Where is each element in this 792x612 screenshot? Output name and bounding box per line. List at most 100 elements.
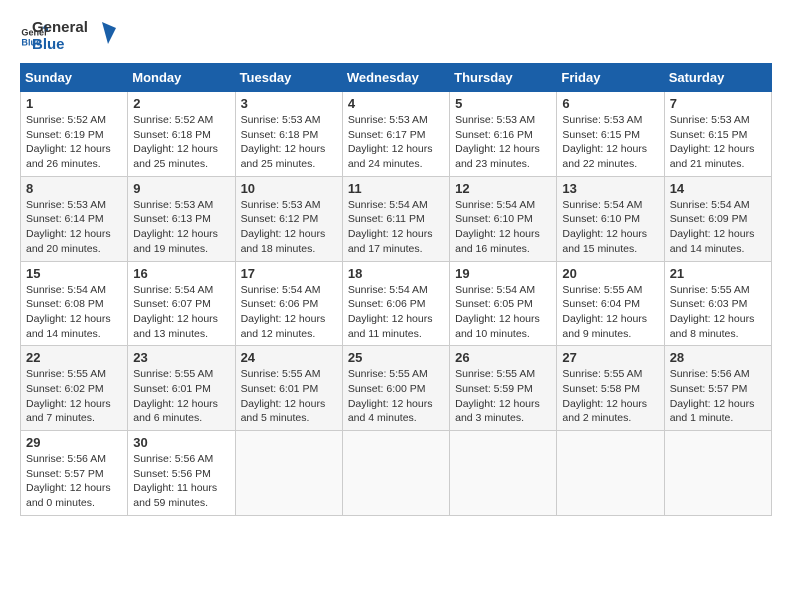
- calendar-cell: 7 Sunrise: 5:53 AM Sunset: 6:15 PM Dayli…: [664, 92, 771, 177]
- day-info: Sunrise: 5:54 AM Sunset: 6:06 PM Dayligh…: [241, 283, 337, 342]
- day-number: 26: [455, 350, 551, 365]
- day-number: 14: [670, 181, 766, 196]
- calendar-cell: 11 Sunrise: 5:54 AM Sunset: 6:11 PM Dayl…: [342, 176, 449, 261]
- day-info: Sunrise: 5:54 AM Sunset: 6:10 PM Dayligh…: [455, 198, 551, 257]
- day-number: 25: [348, 350, 444, 365]
- calendar-cell: 9 Sunrise: 5:53 AM Sunset: 6:13 PM Dayli…: [128, 176, 235, 261]
- calendar-cell: 15 Sunrise: 5:54 AM Sunset: 6:08 PM Dayl…: [21, 261, 128, 346]
- calendar-cell: 17 Sunrise: 5:54 AM Sunset: 6:06 PM Dayl…: [235, 261, 342, 346]
- logo: General Blue General Blue: [20, 20, 116, 53]
- day-info: Sunrise: 5:54 AM Sunset: 6:05 PM Dayligh…: [455, 283, 551, 342]
- day-info: Sunrise: 5:54 AM Sunset: 6:06 PM Dayligh…: [348, 283, 444, 342]
- day-info: Sunrise: 5:54 AM Sunset: 6:08 PM Dayligh…: [26, 283, 122, 342]
- calendar-cell: 30 Sunrise: 5:56 AM Sunset: 5:56 PM Dayl…: [128, 431, 235, 516]
- calendar-cell: 16 Sunrise: 5:54 AM Sunset: 6:07 PM Dayl…: [128, 261, 235, 346]
- day-info: Sunrise: 5:52 AM Sunset: 6:18 PM Dayligh…: [133, 113, 229, 172]
- day-number: 16: [133, 266, 229, 281]
- day-number: 4: [348, 96, 444, 111]
- weekday-header: Friday: [557, 64, 664, 92]
- logo-arrow-icon: [94, 22, 116, 44]
- day-info: Sunrise: 5:56 AM Sunset: 5:57 PM Dayligh…: [26, 452, 122, 511]
- calendar-cell: [557, 431, 664, 516]
- calendar-cell: 5 Sunrise: 5:53 AM Sunset: 6:16 PM Dayli…: [450, 92, 557, 177]
- day-info: Sunrise: 5:53 AM Sunset: 6:18 PM Dayligh…: [241, 113, 337, 172]
- calendar-cell: 4 Sunrise: 5:53 AM Sunset: 6:17 PM Dayli…: [342, 92, 449, 177]
- calendar-header-row: SundayMondayTuesdayWednesdayThursdayFrid…: [21, 64, 772, 92]
- day-info: Sunrise: 5:55 AM Sunset: 6:01 PM Dayligh…: [241, 367, 337, 426]
- calendar-cell: 22 Sunrise: 5:55 AM Sunset: 6:02 PM Dayl…: [21, 346, 128, 431]
- calendar-week-row: 22 Sunrise: 5:55 AM Sunset: 6:02 PM Dayl…: [21, 346, 772, 431]
- day-number: 15: [26, 266, 122, 281]
- day-info: Sunrise: 5:56 AM Sunset: 5:57 PM Dayligh…: [670, 367, 766, 426]
- day-number: 9: [133, 181, 229, 196]
- calendar-cell: 3 Sunrise: 5:53 AM Sunset: 6:18 PM Dayli…: [235, 92, 342, 177]
- weekday-header: Wednesday: [342, 64, 449, 92]
- calendar-cell: [235, 431, 342, 516]
- calendar-cell: 28 Sunrise: 5:56 AM Sunset: 5:57 PM Dayl…: [664, 346, 771, 431]
- day-number: 5: [455, 96, 551, 111]
- day-number: 28: [670, 350, 766, 365]
- day-info: Sunrise: 5:53 AM Sunset: 6:15 PM Dayligh…: [562, 113, 658, 172]
- calendar-cell: 10 Sunrise: 5:53 AM Sunset: 6:12 PM Dayl…: [235, 176, 342, 261]
- day-info: Sunrise: 5:55 AM Sunset: 6:01 PM Dayligh…: [133, 367, 229, 426]
- calendar-cell: 6 Sunrise: 5:53 AM Sunset: 6:15 PM Dayli…: [557, 92, 664, 177]
- day-number: 29: [26, 435, 122, 450]
- day-number: 20: [562, 266, 658, 281]
- day-info: Sunrise: 5:54 AM Sunset: 6:09 PM Dayligh…: [670, 198, 766, 257]
- day-number: 24: [241, 350, 337, 365]
- day-number: 1: [26, 96, 122, 111]
- day-info: Sunrise: 5:53 AM Sunset: 6:13 PM Dayligh…: [133, 198, 229, 257]
- day-info: Sunrise: 5:54 AM Sunset: 6:10 PM Dayligh…: [562, 198, 658, 257]
- calendar-cell: 8 Sunrise: 5:53 AM Sunset: 6:14 PM Dayli…: [21, 176, 128, 261]
- day-info: Sunrise: 5:56 AM Sunset: 5:56 PM Dayligh…: [133, 452, 229, 511]
- calendar-cell: 14 Sunrise: 5:54 AM Sunset: 6:09 PM Dayl…: [664, 176, 771, 261]
- day-info: Sunrise: 5:53 AM Sunset: 6:17 PM Dayligh…: [348, 113, 444, 172]
- day-number: 27: [562, 350, 658, 365]
- calendar-cell: 25 Sunrise: 5:55 AM Sunset: 6:00 PM Dayl…: [342, 346, 449, 431]
- day-number: 18: [348, 266, 444, 281]
- day-info: Sunrise: 5:54 AM Sunset: 6:07 PM Dayligh…: [133, 283, 229, 342]
- day-info: Sunrise: 5:53 AM Sunset: 6:12 PM Dayligh…: [241, 198, 337, 257]
- day-number: 8: [26, 181, 122, 196]
- calendar-cell: 29 Sunrise: 5:56 AM Sunset: 5:57 PM Dayl…: [21, 431, 128, 516]
- calendar-cell: 12 Sunrise: 5:54 AM Sunset: 6:10 PM Dayl…: [450, 176, 557, 261]
- calendar-cell: [450, 431, 557, 516]
- logo-blue: Blue: [32, 37, 88, 54]
- day-info: Sunrise: 5:55 AM Sunset: 6:03 PM Dayligh…: [670, 283, 766, 342]
- day-info: Sunrise: 5:55 AM Sunset: 5:59 PM Dayligh…: [455, 367, 551, 426]
- calendar-week-row: 15 Sunrise: 5:54 AM Sunset: 6:08 PM Dayl…: [21, 261, 772, 346]
- day-info: Sunrise: 5:55 AM Sunset: 5:58 PM Dayligh…: [562, 367, 658, 426]
- calendar-cell: 24 Sunrise: 5:55 AM Sunset: 6:01 PM Dayl…: [235, 346, 342, 431]
- day-info: Sunrise: 5:52 AM Sunset: 6:19 PM Dayligh…: [26, 113, 122, 172]
- calendar-week-row: 1 Sunrise: 5:52 AM Sunset: 6:19 PM Dayli…: [21, 92, 772, 177]
- weekday-header: Tuesday: [235, 64, 342, 92]
- day-info: Sunrise: 5:55 AM Sunset: 6:02 PM Dayligh…: [26, 367, 122, 426]
- weekday-header: Sunday: [21, 64, 128, 92]
- calendar-cell: 26 Sunrise: 5:55 AM Sunset: 5:59 PM Dayl…: [450, 346, 557, 431]
- day-number: 13: [562, 181, 658, 196]
- calendar-cell: 23 Sunrise: 5:55 AM Sunset: 6:01 PM Dayl…: [128, 346, 235, 431]
- day-number: 12: [455, 181, 551, 196]
- calendar-cell: [342, 431, 449, 516]
- day-info: Sunrise: 5:54 AM Sunset: 6:11 PM Dayligh…: [348, 198, 444, 257]
- calendar-cell: 21 Sunrise: 5:55 AM Sunset: 6:03 PM Dayl…: [664, 261, 771, 346]
- calendar-table: SundayMondayTuesdayWednesdayThursdayFrid…: [20, 63, 772, 516]
- day-info: Sunrise: 5:55 AM Sunset: 6:04 PM Dayligh…: [562, 283, 658, 342]
- calendar-cell: 2 Sunrise: 5:52 AM Sunset: 6:18 PM Dayli…: [128, 92, 235, 177]
- calendar-cell: 18 Sunrise: 5:54 AM Sunset: 6:06 PM Dayl…: [342, 261, 449, 346]
- calendar-cell: [664, 431, 771, 516]
- day-number: 19: [455, 266, 551, 281]
- day-number: 21: [670, 266, 766, 281]
- day-info: Sunrise: 5:53 AM Sunset: 6:15 PM Dayligh…: [670, 113, 766, 172]
- logo-general: General: [32, 20, 88, 37]
- weekday-header: Saturday: [664, 64, 771, 92]
- calendar-cell: 1 Sunrise: 5:52 AM Sunset: 6:19 PM Dayli…: [21, 92, 128, 177]
- day-number: 30: [133, 435, 229, 450]
- weekday-header: Thursday: [450, 64, 557, 92]
- weekday-header: Monday: [128, 64, 235, 92]
- day-info: Sunrise: 5:53 AM Sunset: 6:14 PM Dayligh…: [26, 198, 122, 257]
- calendar-cell: 19 Sunrise: 5:54 AM Sunset: 6:05 PM Dayl…: [450, 261, 557, 346]
- day-number: 7: [670, 96, 766, 111]
- page-header: General Blue General Blue: [20, 20, 772, 53]
- calendar-cell: 27 Sunrise: 5:55 AM Sunset: 5:58 PM Dayl…: [557, 346, 664, 431]
